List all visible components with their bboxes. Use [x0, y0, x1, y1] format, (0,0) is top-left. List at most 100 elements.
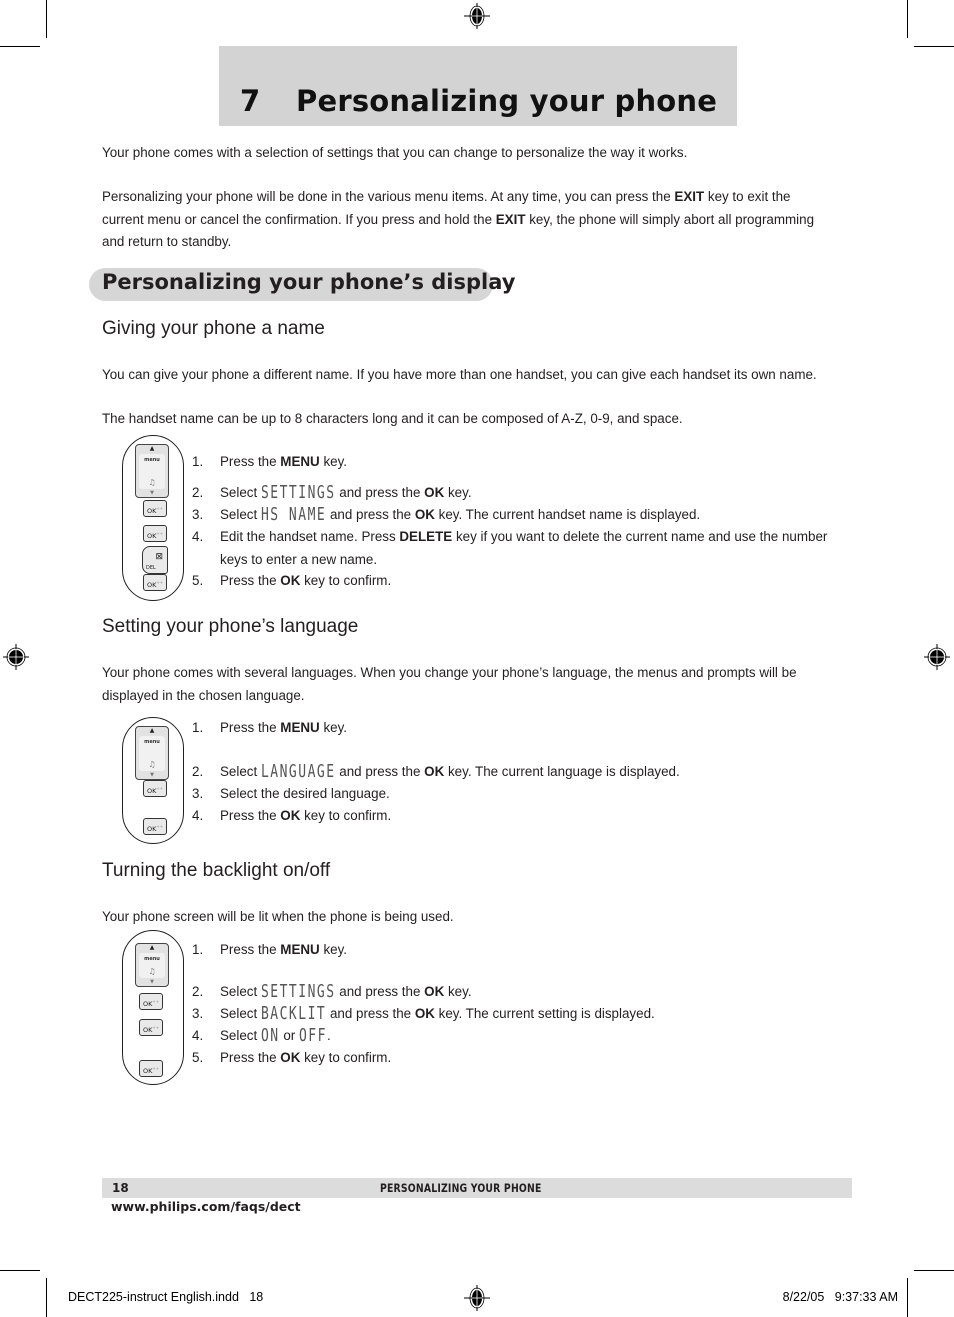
key-name: OK — [424, 764, 445, 779]
step-number: 3. — [192, 1006, 204, 1021]
text-run: Edit the handset name. Press — [220, 529, 400, 544]
text-run: key. — [444, 984, 472, 999]
text-run: key. — [319, 720, 348, 735]
registration-mark-icon — [464, 1285, 490, 1311]
down-arrow-icon: ▼ — [150, 979, 154, 985]
subsection-title-name: Giving your phone a name — [102, 318, 325, 339]
text-run: Press the — [220, 808, 281, 823]
handset-keypad-illustration: ▲ menu ♫ ▼ OK++ OK++ DEL ⊠ OK++ — [122, 435, 184, 601]
handset-keypad-illustration: ▲ menu ♫ ▼ OK++ OK++ OK++ — [122, 930, 184, 1085]
menu-label: menu — [144, 956, 160, 962]
ok-key: OK++ — [139, 1019, 163, 1036]
down-arrow-icon: ▼ — [150, 490, 154, 496]
step-text: Select ON or OFF. — [220, 1025, 830, 1049]
menu-nav-key: ▲ menu ♫ ▼ — [135, 444, 169, 498]
key-name: DELETE — [399, 529, 453, 544]
text-run: and press the — [335, 984, 425, 999]
text-run: Press the — [220, 720, 281, 735]
text-run: key. The current handset name is display… — [434, 507, 701, 522]
step-text: Press the MENU key. — [220, 939, 830, 962]
delete-key: DEL ⊠ — [142, 546, 168, 574]
slug-timestamp: 8/22/05 9:37:33 AM — [782, 1290, 898, 1304]
key-name: EXIT — [674, 189, 705, 204]
chapter-title: 7 Personalizing your phone — [240, 84, 717, 118]
text-run: key. The current setting is displayed. — [434, 1006, 655, 1021]
down-arrow-icon: ▼ — [150, 772, 154, 778]
crop-mark — [914, 46, 954, 47]
key-name: MENU — [280, 720, 320, 735]
up-arrow-icon: ▲ — [149, 944, 155, 951]
page-number: 18 — [112, 1181, 129, 1195]
text-run: Select — [220, 485, 261, 500]
ok-key: OK++ — [139, 1060, 163, 1077]
menu-nav-key: ▲ menu ♫ ▼ — [135, 943, 169, 987]
crop-mark — [0, 46, 40, 47]
step-number: 5. — [192, 573, 204, 588]
text-run: Select the desired language. — [220, 786, 390, 801]
text-run: Press the — [220, 1050, 281, 1065]
key-name: OK — [414, 507, 435, 522]
registration-mark-icon — [3, 644, 29, 670]
intro-paragraph: Your phone comes with a selection of set… — [102, 145, 688, 160]
key-name: OK — [414, 1006, 435, 1021]
handset-keypad-illustration: ▲ menu ♫ ▼ OK++ OK++ — [122, 717, 184, 844]
footer-url[interactable]: www.philips.com/faqs/dect — [111, 1199, 301, 1214]
key-name: MENU — [280, 942, 320, 957]
step-number: 2. — [192, 764, 204, 779]
text-run: Select — [220, 1006, 261, 1021]
step-text: Select the desired language. — [220, 783, 830, 806]
running-title: PERSONALIZING YOUR PHONE — [380, 1181, 542, 1195]
text-run: key to confirm. — [300, 573, 392, 588]
text-run: key to confirm. — [300, 1050, 392, 1065]
menu-label: menu — [144, 739, 160, 745]
crop-mark — [907, 1278, 908, 1317]
phonebook-icon: ♫ — [148, 760, 156, 769]
up-arrow-icon: ▲ — [149, 445, 155, 452]
key-name: OK — [424, 984, 445, 999]
phonebook-icon: ♫ — [148, 967, 156, 976]
text-run: . — [326, 1028, 331, 1043]
text-run: Press the — [220, 942, 281, 957]
key-name: OK — [280, 808, 301, 823]
ok-key: OK++ — [143, 780, 167, 797]
text-run: Select — [220, 984, 261, 999]
intro-paragraph-exit: Personalizing your phone will be done in… — [102, 186, 827, 254]
ok-key: OK++ — [143, 574, 167, 591]
step-number: 5. — [192, 1050, 204, 1065]
text-run: and press the — [335, 764, 425, 779]
step-number: 2. — [192, 485, 204, 500]
text-run: Press the — [220, 573, 281, 588]
key-name: OK — [424, 485, 445, 500]
subsection-paragraph: The handset name can be up to 8 characte… — [102, 411, 683, 426]
text-run: Select — [220, 507, 261, 522]
step-number: 2. — [192, 984, 204, 999]
text-run: Press the — [220, 454, 281, 469]
step-number: 4. — [192, 529, 204, 544]
subsection-paragraph: You can give your phone a different name… — [102, 367, 817, 382]
text-run: key to confirm. — [300, 808, 392, 823]
ok-key: OK++ — [143, 525, 167, 542]
step-text: Press the OK key to confirm. — [220, 570, 830, 593]
subsection-title-language: Setting your phone’s language — [102, 616, 359, 637]
ok-key: OK++ — [143, 500, 167, 517]
menu-nav-key: ▲ menu ♫ ▼ — [135, 726, 169, 780]
step-text: Select LANGUAGE and press the OK key. Th… — [220, 761, 830, 785]
subsection-paragraph: Your phone screen will be lit when the p… — [102, 909, 454, 924]
registration-mark-icon — [924, 644, 950, 670]
key-name: OK — [280, 573, 301, 588]
registration-mark-icon — [464, 3, 490, 29]
ok-key: OK++ — [143, 818, 167, 835]
crop-mark — [907, 0, 908, 38]
subsection-paragraph: Your phone comes with several languages.… — [102, 665, 797, 703]
step-number: 4. — [192, 1028, 204, 1043]
crop-mark — [46, 0, 47, 38]
phonebook-icon: ♫ — [148, 478, 156, 487]
crop-mark — [46, 1278, 47, 1317]
chapter-title-text: Personalizing your phone — [296, 84, 718, 118]
step-text: Press the MENU key. — [220, 717, 830, 740]
chapter-number: 7 — [240, 84, 261, 118]
text-run: key. The current language is displayed. — [444, 764, 680, 779]
ok-key: OK++ — [139, 993, 163, 1010]
step-text: Press the MENU key. — [220, 451, 830, 474]
slug-filename: DECT225-instruct English.indd 18 — [68, 1290, 264, 1304]
